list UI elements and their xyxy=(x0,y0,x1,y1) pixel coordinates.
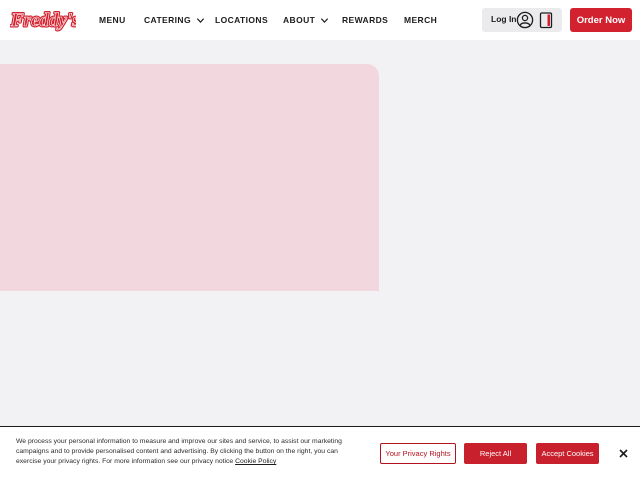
user-circle-icon[interactable] xyxy=(516,11,534,29)
nav-item-merch[interactable]: MERCH xyxy=(404,13,437,27)
login-link[interactable]: Log In xyxy=(491,14,517,24)
nav-item-catering[interactable]: CATERING xyxy=(144,13,205,27)
hero-image-placeholder xyxy=(0,64,379,291)
chevron-down-icon xyxy=(321,17,329,23)
site-header: Freddy's Freddy's MENU CATERING LOCATION… xyxy=(0,0,640,40)
login-area: Log In xyxy=(482,8,562,32)
svg-text:Freddy's: Freddy's xyxy=(10,10,76,31)
nav-label: CATERING xyxy=(144,15,191,25)
privacy-rights-button[interactable]: Your Privacy Rights xyxy=(380,443,456,464)
nav-label: MERCH xyxy=(404,15,438,25)
nav-item-menu[interactable]: MENU xyxy=(99,13,126,27)
nav-item-rewards[interactable]: REWARDS xyxy=(342,13,388,27)
close-icon xyxy=(619,449,628,458)
nav-label: REWARDS xyxy=(342,15,389,25)
nav-label: ABOUT xyxy=(283,15,316,25)
shopping-bag-icon[interactable] xyxy=(539,11,553,29)
order-now-button[interactable]: Order Now xyxy=(570,8,632,32)
freddys-logo[interactable]: Freddy's Freddy's xyxy=(10,8,76,33)
accept-cookies-button[interactable]: Accept Cookies xyxy=(536,443,599,464)
cookie-message: We process your personal information to … xyxy=(16,437,346,467)
nav-item-locations[interactable]: LOCATIONS xyxy=(215,13,268,27)
cookie-policy-link[interactable]: Cookie Policy xyxy=(235,458,276,465)
page: Freddy's Freddy's MENU CATERING LOCATION… xyxy=(0,0,640,480)
cookie-banner: We process your personal information to … xyxy=(0,426,640,480)
chevron-down-icon xyxy=(196,17,205,23)
close-banner-button[interactable] xyxy=(615,445,632,462)
reject-all-button[interactable]: Reject All xyxy=(464,443,527,464)
nav-label: MENU xyxy=(99,15,126,25)
nav-label: LOCATIONS xyxy=(215,15,269,25)
cookie-text: We process your personal information to … xyxy=(16,438,342,465)
nav-item-about[interactable]: ABOUT xyxy=(283,13,329,27)
